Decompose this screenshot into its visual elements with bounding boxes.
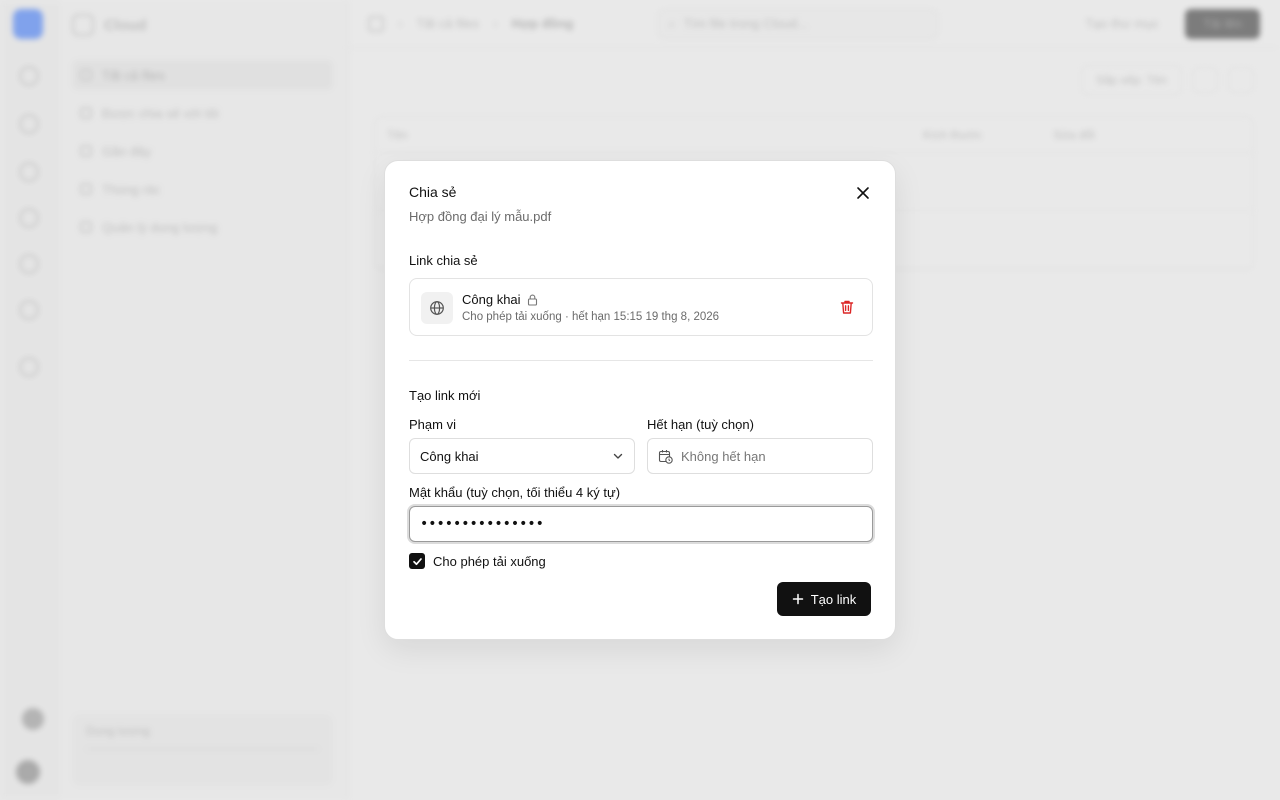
allow-download-checkbox-row[interactable]: Cho phép tải xuống xyxy=(409,553,546,569)
share-dialog: Chia sẻ Hợp đồng đại lý mẫu.pdf Link chi… xyxy=(384,160,896,640)
section-divider xyxy=(409,360,873,361)
password-label: Mật khẩu (tuỳ chọn, tối thiểu 4 ký tự) xyxy=(409,485,621,500)
new-link-heading: Tạo link mới xyxy=(409,388,481,403)
expiry-placeholder: Không hết hạn xyxy=(681,448,766,464)
scope-label: Phạm vi xyxy=(409,417,456,432)
share-link-item: Công khai Cho phép tải xuống · hết hạn 1… xyxy=(409,278,873,336)
create-link-label: Tạo link xyxy=(810,591,857,607)
expiry-picker[interactable]: Không hết hạn xyxy=(647,438,873,474)
scope-select-value: Công khai xyxy=(420,448,479,464)
calendar-clock-icon xyxy=(658,449,673,464)
create-link-button[interactable]: Tạo link xyxy=(777,582,871,616)
close-button[interactable] xyxy=(851,181,875,205)
share-link-scope-text: Công khai xyxy=(462,292,521,307)
expiry-label: Hết hạn (tuỳ chọn) xyxy=(647,417,754,432)
check-icon xyxy=(412,557,422,565)
lock-icon xyxy=(527,294,537,306)
password-input[interactable] xyxy=(409,506,873,542)
delete-link-button[interactable] xyxy=(836,296,858,318)
chevron-down-icon xyxy=(613,453,623,459)
trash-icon xyxy=(840,300,854,314)
dialog-title: Chia sẻ xyxy=(409,184,457,200)
allow-download-checkbox[interactable] xyxy=(409,553,425,569)
share-link-meta: Cho phép tải xuống · hết hạn 15:15 19 th… xyxy=(462,311,720,323)
close-icon xyxy=(857,187,869,199)
share-link-scope: Công khai xyxy=(462,292,538,307)
plus-icon xyxy=(792,593,803,605)
globe-icon xyxy=(421,292,453,324)
scope-select[interactable]: Công khai xyxy=(409,438,635,474)
existing-links-heading: Link chia sẻ xyxy=(409,253,478,268)
dialog-filename: Hợp đồng đại lý mẫu.pdf xyxy=(409,209,552,224)
allow-download-label: Cho phép tải xuống xyxy=(433,553,546,569)
